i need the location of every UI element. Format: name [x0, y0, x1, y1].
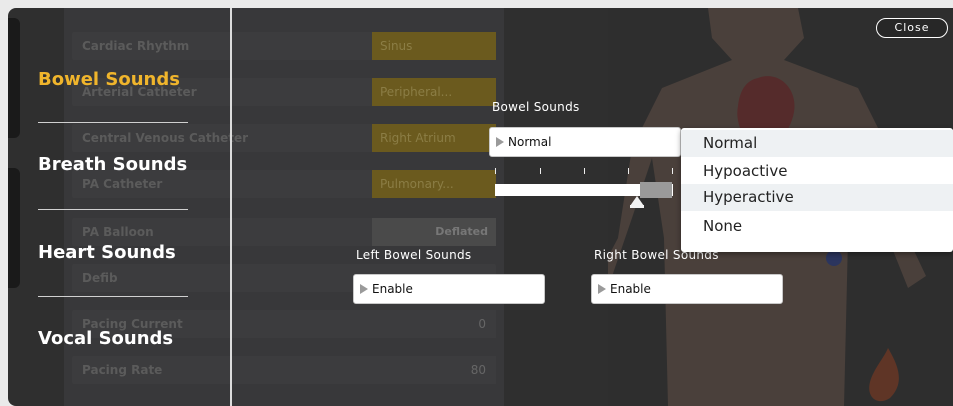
background-row-label: Pacing Rate [82, 363, 163, 377]
category-separator [38, 209, 188, 210]
background-row-value: Peripheral... [372, 78, 496, 106]
category-bowel-sounds[interactable]: Bowel Sounds [38, 69, 180, 90]
background-row-value: Pulmonary... [372, 170, 496, 198]
bowel-sounds-label: Bowel Sounds [492, 100, 580, 114]
category-separator [38, 296, 188, 297]
option-normal[interactable]: Normal [681, 130, 953, 157]
dropdown-arrow-icon [360, 284, 368, 294]
background-row: Pacing Rate 80 [72, 356, 496, 384]
category-heart-sounds[interactable]: Heart Sounds [38, 242, 176, 263]
background-row-value: Sinus [372, 32, 496, 60]
slider-tick [672, 168, 673, 174]
category-vocal-sounds[interactable]: Vocal Sounds [38, 328, 173, 349]
slider-tick [495, 168, 496, 174]
background-row: Cardiac Rhythm Sinus [72, 32, 496, 60]
option-none[interactable]: None [681, 213, 953, 240]
side-tab-top [8, 18, 20, 138]
bowel-sounds-selected-value: Normal [508, 135, 552, 149]
category-divider [230, 8, 232, 406]
left-bowel-sounds-label: Left Bowel Sounds [356, 248, 472, 262]
background-row-label: Central Venous Catheter [82, 131, 249, 145]
slider-remainder [640, 182, 672, 198]
option-hyperactive[interactable]: Hyperactive [681, 184, 953, 211]
background-row-label: PA Balloon [82, 225, 154, 239]
background-row-label: Defib [82, 271, 118, 285]
background-row-value: 80 [372, 356, 496, 384]
background-row-label: PA Catheter [82, 177, 163, 191]
slider-thumb-base [630, 205, 645, 208]
slider-tick [540, 168, 541, 174]
left-bowel-sounds-select[interactable]: Enable [353, 274, 545, 304]
side-tab-bottom [8, 168, 20, 288]
bowel-sounds-select[interactable]: Normal [489, 127, 681, 157]
background-row-label: Cardiac Rhythm [82, 39, 190, 53]
bowel-sounds-options-menu: Normal Hypoactive Hyperactive None [681, 128, 953, 252]
category-breath-sounds[interactable]: Breath Sounds [38, 154, 187, 175]
background-row: Central Venous Catheter Right Atrium [72, 124, 496, 152]
background-row-value: Right Atrium [372, 124, 496, 152]
right-bowel-sounds-select[interactable]: Enable [591, 274, 783, 304]
category-separator [38, 122, 188, 123]
close-button[interactable]: Close [876, 18, 948, 38]
slider-tick [584, 168, 585, 174]
background-row-value: 0 [372, 310, 496, 338]
left-bowel-sounds-value: Enable [372, 282, 413, 296]
dropdown-arrow-icon [598, 284, 606, 294]
sounds-dialog: Cardiac Rhythm Sinus Arterial Catheter P… [8, 8, 953, 406]
dropdown-arrow-icon [496, 137, 504, 147]
right-bowel-sounds-value: Enable [610, 282, 651, 296]
option-hypoactive[interactable]: Hypoactive [681, 158, 953, 185]
background-row-value: Deflated [372, 218, 496, 246]
slider-tick [628, 168, 629, 174]
